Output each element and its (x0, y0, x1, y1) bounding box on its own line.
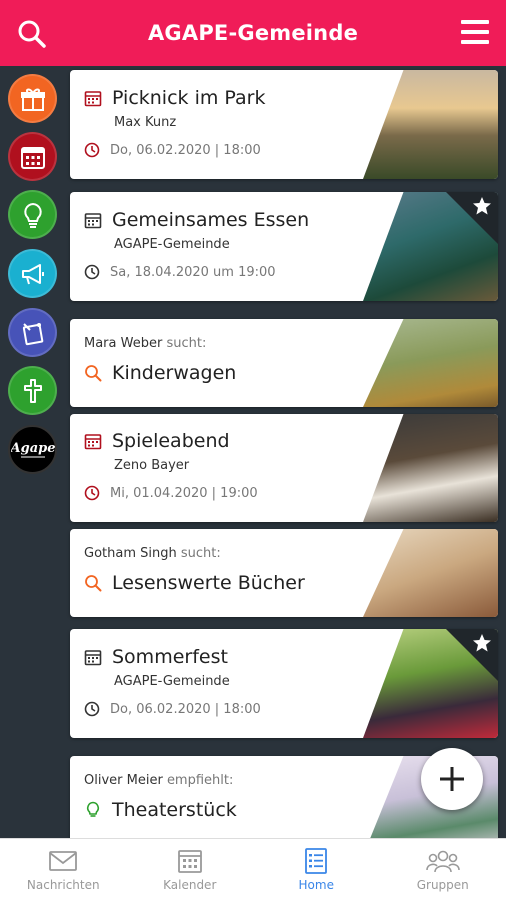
megaphone-icon (21, 263, 44, 284)
event-organizer: Max Kunz (114, 115, 177, 130)
event-organizer: AGAPE-Gemeinde (114, 237, 230, 252)
calendar-icon (84, 213, 102, 229)
list-icon (305, 847, 328, 874)
group-icon (425, 850, 460, 872)
gift-icon (20, 88, 45, 111)
nav-label: Gruppen (416, 877, 469, 892)
recommend-user: Oliver Meier (84, 773, 163, 788)
search-verb: sucht: (166, 336, 207, 351)
plus-icon (440, 767, 464, 791)
calendar-icon (84, 91, 102, 107)
agape-logo-icon: Agape (11, 441, 55, 457)
search-verb: sucht: (180, 546, 221, 561)
category-calendar[interactable] (8, 132, 57, 181)
star-icon (473, 634, 491, 652)
search-icon (85, 575, 102, 592)
search-card[interactable]: Gotham Singh sucht: Lesenswerte Bücher (70, 529, 498, 617)
event-card[interactable]: Sommerfest AGAPE-Gemeinde Do, 06.02.2020… (70, 629, 498, 738)
nav-calendar[interactable]: Kalender (127, 839, 254, 900)
event-date: Do, 06.02.2020 | 18:00 (110, 701, 261, 717)
event-title: Sommerfest (112, 646, 228, 668)
clock-icon (84, 142, 100, 158)
search-photo (363, 319, 498, 407)
event-title: Gemeinsames Essen (112, 209, 310, 231)
app-title: AGAPE-Gemeinde (147, 21, 359, 45)
star-icon (473, 197, 491, 215)
nav-messages[interactable]: Nachrichten (0, 839, 127, 900)
event-date: Do, 06.02.2020 | 18:00 (110, 142, 261, 158)
envelope-icon (49, 850, 78, 871)
category-agape[interactable]: Agape (8, 425, 57, 474)
event-card[interactable]: Spieleabend Zeno Bayer Mi, 01.04.2020 | … (70, 414, 498, 522)
recommend-verb: empfiehlt: (166, 773, 234, 788)
search-user: Gotham Singh (84, 546, 177, 561)
lightbulb-icon (23, 202, 42, 228)
event-title: Spieleabend (112, 430, 230, 452)
nav-label: Home (298, 877, 334, 892)
calendar-icon (20, 146, 45, 169)
event-organizer: AGAPE-Gemeinde (114, 674, 230, 689)
add-button[interactable] (421, 748, 483, 810)
bottom-nav: Nachrichten Kalender Home Gruppen (0, 838, 506, 900)
event-photo (363, 70, 498, 179)
app-header: AGAPE-Gemeinde (0, 0, 506, 66)
clock-icon (84, 485, 100, 501)
category-gift[interactable] (8, 74, 57, 123)
event-organizer: Zeno Bayer (114, 458, 190, 473)
cross-icon (23, 378, 42, 403)
calendar-icon (177, 849, 202, 873)
nav-label: Kalender (163, 877, 217, 892)
lightbulb-icon (87, 801, 99, 817)
svg-text:Agape: Agape (11, 441, 55, 456)
category-notes[interactable] (8, 308, 57, 357)
search-card[interactable]: Mara Weber sucht: Kinderwagen (70, 319, 498, 407)
recommend-title: Theaterstück (112, 799, 237, 821)
search-icon (85, 365, 102, 382)
search-user: Mara Weber (84, 336, 163, 351)
event-date: Mi, 01.04.2020 | 19:00 (110, 485, 258, 501)
clock-icon (84, 264, 100, 280)
category-sidebar: Agape (0, 66, 64, 838)
search-title: Kinderwagen (112, 362, 237, 384)
event-card[interactable]: Gemeinsames Essen AGAPE-Gemeinde Sa, 18.… (70, 192, 498, 301)
nav-groups[interactable]: Gruppen (380, 839, 506, 900)
clock-icon (84, 701, 100, 717)
feed: Picknick im Park Max Kunz Do, 06.02.2020… (64, 66, 506, 838)
event-card[interactable]: Picknick im Park Max Kunz Do, 06.02.2020… (70, 70, 498, 179)
event-photo (363, 414, 498, 522)
search-title: Lesenswerte Bücher (112, 572, 305, 594)
event-title: Picknick im Park (112, 87, 266, 109)
calendar-icon (84, 650, 102, 666)
hamburger-menu-icon[interactable] (460, 17, 490, 47)
search-icon[interactable] (16, 18, 48, 50)
event-date: Sa, 18.04.2020 um 19:00 (110, 264, 276, 280)
nav-home[interactable]: Home (253, 839, 380, 900)
note-icon (22, 322, 43, 345)
search-photo (363, 529, 498, 617)
category-announcements[interactable] (8, 249, 57, 298)
category-faith[interactable] (8, 366, 57, 415)
category-lightbulb[interactable] (8, 190, 57, 239)
calendar-icon (84, 434, 102, 450)
nav-label: Nachrichten (26, 877, 100, 892)
